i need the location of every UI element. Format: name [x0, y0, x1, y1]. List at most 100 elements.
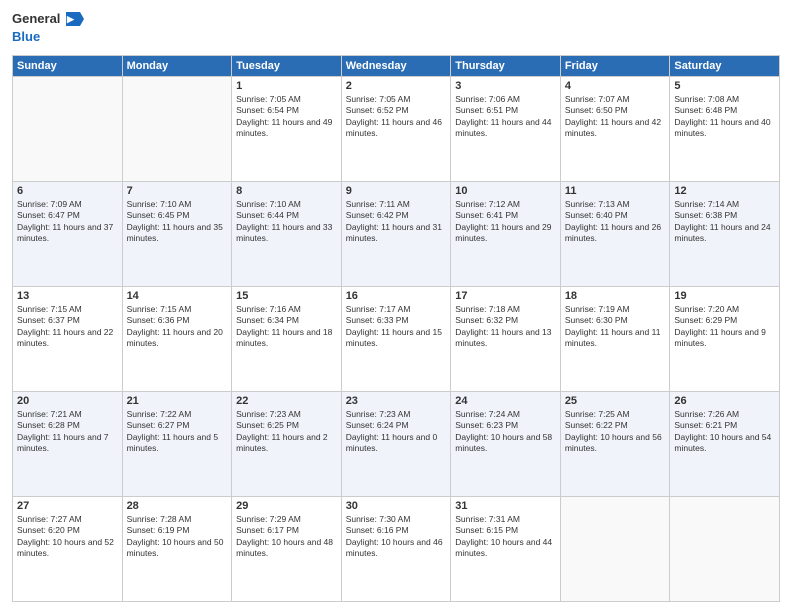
header-friday: Friday [560, 55, 670, 76]
day-number: 9 [346, 185, 447, 197]
cell-info: Sunrise: 7:18 AMSunset: 6:32 PMDaylight:… [455, 304, 556, 350]
calendar-week-row: 13 Sunrise: 7:15 AMSunset: 6:37 PMDayligh… [13, 286, 780, 391]
calendar-week-row: 27 Sunrise: 7:27 AMSunset: 6:20 PMDayligh… [13, 496, 780, 601]
calendar-cell: 7Sunrise: 7:10 AMSunset: 6:45 PMDaylight… [122, 181, 232, 286]
day-number: 23 [346, 395, 447, 407]
cell-info: Sunrise: 7:23 AMSunset: 6:25 PMDaylight:… [236, 409, 337, 455]
cell-info: Sunrise: 7:08 AMSunset: 6:48 PMDaylight:… [674, 94, 775, 140]
logo: General ▶ Blue [12, 10, 84, 47]
day-number: 26 [674, 395, 775, 407]
cell-info: Sunrise: 7:29 AMSunset: 6:17 PMDaylight:… [236, 514, 337, 560]
svg-text:▶: ▶ [66, 14, 75, 24]
cell-info: Sunrise: 7:24 AMSunset: 6:23 PMDaylight:… [455, 409, 556, 455]
day-number: 13 [17, 290, 118, 302]
cell-info: Sunrise: 7:10 AMSunset: 6:45 PMDaylight:… [127, 199, 228, 245]
page: General ▶ Blue SundayMondayTuesdayWednes… [0, 0, 792, 612]
calendar-cell: 8 Sunrise: 7:10 AMSunset: 6:44 PMDaylight… [232, 181, 342, 286]
calendar-cell [560, 496, 670, 601]
calendar-cell [122, 76, 232, 181]
calendar-cell: 16 Sunrise: 7:17 AMSunset: 6:33 PMDayligh… [341, 286, 451, 391]
logo-general: General [12, 11, 60, 26]
header-monday: Monday [122, 55, 232, 76]
logo-flag-icon: ▶ [66, 12, 84, 26]
day-number: 17 [455, 290, 556, 302]
calendar-cell: 22 Sunrise: 7:23 AMSunset: 6:25 PMDayligh… [232, 391, 342, 496]
cell-info: Sunrise: 7:28 AMSunset: 6:19 PMDaylight:… [127, 514, 228, 560]
cell-info: Sunrise: 7:05 AMSunset: 6:54 PMDaylight:… [236, 94, 337, 140]
calendar-cell: 14 Sunrise: 7:15 AMSunset: 6:36 PMDayligh… [122, 286, 232, 391]
day-number: 28 [127, 500, 228, 512]
calendar-week-row: 20Sunrise: 7:21 AMSunset: 6:28 PMDayligh… [13, 391, 780, 496]
calendar-cell: 13 Sunrise: 7:15 AMSunset: 6:37 PMDayligh… [13, 286, 123, 391]
day-number: 19 [674, 290, 775, 302]
cell-info: Sunrise: 7:09 AMSunset: 6:47 PMDaylight:… [17, 199, 118, 245]
calendar-week-row: 6 Sunrise: 7:09 AMSunset: 6:47 PMDaylight… [13, 181, 780, 286]
calendar-cell [670, 496, 780, 601]
header-wednesday: Wednesday [341, 55, 451, 76]
day-number: 27 [17, 500, 118, 512]
cell-info: Sunrise: 7:25 AMSunset: 6:22 PMDaylight:… [565, 409, 666, 455]
calendar-cell: 2Sunrise: 7:05 AMSunset: 6:52 PMDaylight… [341, 76, 451, 181]
day-number: 30 [346, 500, 447, 512]
day-number: 6 [17, 185, 118, 197]
calendar-cell: 6 Sunrise: 7:09 AMSunset: 6:47 PMDaylight… [13, 181, 123, 286]
calendar-cell: 23Sunrise: 7:23 AMSunset: 6:24 PMDayligh… [341, 391, 451, 496]
cell-info: Sunrise: 7:22 AMSunset: 6:27 PMDaylight:… [127, 409, 228, 455]
day-number: 3 [455, 80, 556, 92]
day-number: 14 [127, 290, 228, 302]
calendar-cell: 4Sunrise: 7:07 AMSunset: 6:50 PMDaylight… [560, 76, 670, 181]
calendar-cell: 20Sunrise: 7:21 AMSunset: 6:28 PMDayligh… [13, 391, 123, 496]
calendar-cell: 25 Sunrise: 7:25 AMSunset: 6:22 PMDayligh… [560, 391, 670, 496]
day-number: 29 [236, 500, 337, 512]
calendar-cell: 3 Sunrise: 7:06 AMSunset: 6:51 PMDaylight… [451, 76, 561, 181]
cell-info: Sunrise: 7:10 AMSunset: 6:44 PMDaylight:… [236, 199, 337, 245]
day-number: 12 [674, 185, 775, 197]
cell-info: Sunrise: 7:26 AMSunset: 6:21 PMDaylight:… [674, 409, 775, 455]
logo-text: General ▶ Blue [12, 10, 84, 47]
cell-info: Sunrise: 7:15 AMSunset: 6:36 PMDaylight:… [127, 304, 228, 350]
cell-info: Sunrise: 7:13 AMSunset: 6:40 PMDaylight:… [565, 199, 666, 245]
calendar-header-row: SundayMondayTuesdayWednesdayThursdayFrid… [13, 55, 780, 76]
cell-info: Sunrise: 7:12 AMSunset: 6:41 PMDaylight:… [455, 199, 556, 245]
day-number: 2 [346, 80, 447, 92]
header-sunday: Sunday [13, 55, 123, 76]
cell-info: Sunrise: 7:31 AMSunset: 6:15 PMDaylight:… [455, 514, 556, 560]
cell-info: Sunrise: 7:15 AMSunset: 6:37 PMDaylight:… [17, 304, 118, 350]
cell-info: Sunrise: 7:07 AMSunset: 6:50 PMDaylight:… [565, 94, 666, 140]
day-number: 20 [17, 395, 118, 407]
day-number: 11 [565, 185, 666, 197]
day-number: 21 [127, 395, 228, 407]
calendar-week-row: 1 Sunrise: 7:05 AMSunset: 6:54 PMDaylight… [13, 76, 780, 181]
calendar-cell: 30 Sunrise: 7:30 AMSunset: 6:16 PMDayligh… [341, 496, 451, 601]
calendar-cell: 29 Sunrise: 7:29 AMSunset: 6:17 PMDayligh… [232, 496, 342, 601]
cell-info: Sunrise: 7:06 AMSunset: 6:51 PMDaylight:… [455, 94, 556, 140]
day-number: 5 [674, 80, 775, 92]
cell-info: Sunrise: 7:20 AMSunset: 6:29 PMDaylight:… [674, 304, 775, 350]
calendar-cell [13, 76, 123, 181]
calendar-cell: 11 Sunrise: 7:13 AMSunset: 6:40 PMDayligh… [560, 181, 670, 286]
cell-info: Sunrise: 7:19 AMSunset: 6:30 PMDaylight:… [565, 304, 666, 350]
calendar-cell: 12 Sunrise: 7:14 AMSunset: 6:38 PMDayligh… [670, 181, 780, 286]
calendar-cell: 27 Sunrise: 7:27 AMSunset: 6:20 PMDayligh… [13, 496, 123, 601]
day-number: 25 [565, 395, 666, 407]
day-number: 31 [455, 500, 556, 512]
cell-info: Sunrise: 7:30 AMSunset: 6:16 PMDaylight:… [346, 514, 447, 560]
header-tuesday: Tuesday [232, 55, 342, 76]
day-number: 18 [565, 290, 666, 302]
cell-info: Sunrise: 7:14 AMSunset: 6:38 PMDaylight:… [674, 199, 775, 245]
cell-info: Sunrise: 7:27 AMSunset: 6:20 PMDaylight:… [17, 514, 118, 560]
cell-info: Sunrise: 7:16 AMSunset: 6:34 PMDaylight:… [236, 304, 337, 350]
calendar-cell: 24Sunrise: 7:24 AMSunset: 6:23 PMDayligh… [451, 391, 561, 496]
calendar-cell: 18 Sunrise: 7:19 AMSunset: 6:30 PMDayligh… [560, 286, 670, 391]
calendar-cell: 19 Sunrise: 7:20 AMSunset: 6:29 PMDayligh… [670, 286, 780, 391]
day-number: 8 [236, 185, 337, 197]
day-number: 22 [236, 395, 337, 407]
cell-info: Sunrise: 7:17 AMSunset: 6:33 PMDaylight:… [346, 304, 447, 350]
calendar-cell: 28 Sunrise: 7:28 AMSunset: 6:19 PMDayligh… [122, 496, 232, 601]
calendar-cell: 26 Sunrise: 7:26 AMSunset: 6:21 PMDayligh… [670, 391, 780, 496]
calendar-cell: 9Sunrise: 7:11 AMSunset: 6:42 PMDaylight… [341, 181, 451, 286]
day-number: 16 [346, 290, 447, 302]
day-number: 10 [455, 185, 556, 197]
day-number: 1 [236, 80, 337, 92]
calendar-cell: 17 Sunrise: 7:18 AMSunset: 6:32 PMDayligh… [451, 286, 561, 391]
